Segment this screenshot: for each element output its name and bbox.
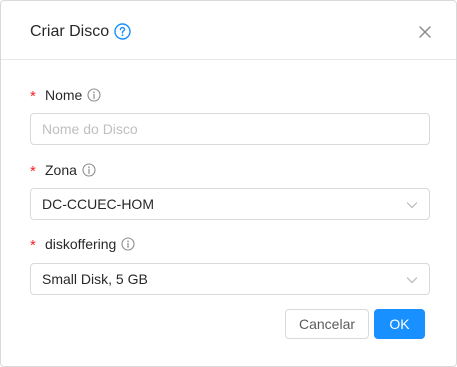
diskoffering-label: diskoffering [45,236,117,252]
info-circle-icon[interactable] [121,237,135,251]
chevron-down-icon [406,202,418,209]
dialog-header: Criar Disco [1,1,456,60]
question-circle-icon[interactable] [114,23,131,40]
diskoffering-label-row: * diskoffering [30,234,135,254]
chevron-down-icon [406,277,418,284]
zone-label-row: * Zona [30,160,96,180]
close-icon[interactable] [414,21,436,43]
info-circle-icon[interactable] [82,163,96,177]
diskoffering-select[interactable]: Small Disk, 5 GB [30,263,430,295]
required-mark: * [30,237,36,254]
info-circle-icon[interactable] [87,88,101,102]
zone-select[interactable]: DC-CCUEC-HOM [30,188,430,220]
cancel-button[interactable]: Cancelar [285,309,369,339]
diskoffering-select-value: Small Disk, 5 GB [42,271,148,287]
required-mark: * [30,88,36,105]
name-label-row: * Nome [30,85,101,105]
name-input[interactable] [30,113,430,145]
required-mark: * [30,163,36,180]
ok-button[interactable]: OK [374,309,425,339]
name-label: Nome [45,87,83,103]
zone-label: Zona [45,162,77,178]
zone-select-value: DC-CCUEC-HOM [42,196,154,212]
dialog-title: Criar Disco [30,23,110,40]
create-disk-dialog: Criar Disco * Nome * Zona DC-CCUEC-HOM [0,0,457,367]
